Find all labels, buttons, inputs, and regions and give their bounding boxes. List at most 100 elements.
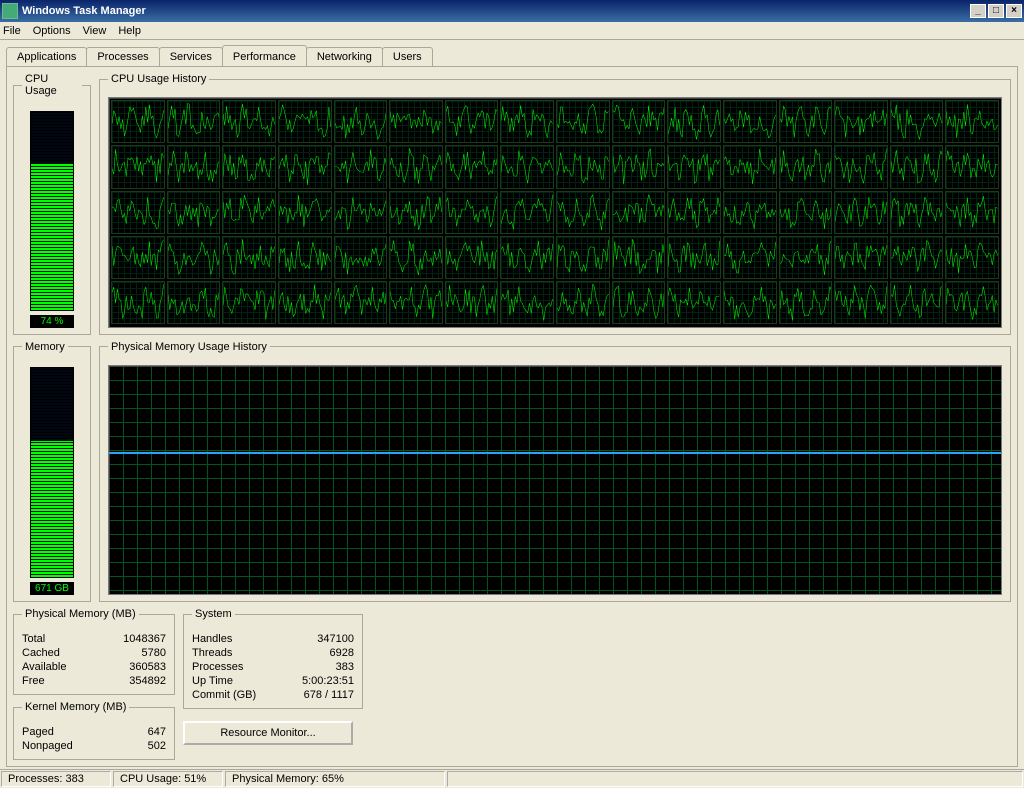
cpu-core-chart — [445, 145, 499, 188]
sys-handles-label: Handles — [192, 632, 232, 646]
tab-networking[interactable]: Networking — [306, 47, 383, 66]
sys-commit-label: Commit (GB) — [192, 688, 256, 702]
sys-processes-value: 383 — [336, 660, 354, 674]
cpu-core-chart — [834, 236, 888, 279]
cpu-core-chart — [945, 236, 999, 279]
cpu-history-grid — [108, 97, 1002, 328]
cpu-core-chart — [723, 191, 777, 234]
tab-processes[interactable]: Processes — [86, 47, 159, 66]
memory-meter — [30, 367, 74, 579]
sys-uptime-label: Up Time — [192, 674, 233, 688]
cpu-core-chart — [500, 236, 554, 279]
menubar: File Options View Help — [0, 22, 1024, 40]
km-paged-value: 647 — [148, 725, 166, 739]
menu-help[interactable]: Help — [118, 25, 141, 37]
cpu-core-chart — [556, 100, 610, 143]
tab-applications[interactable]: Applications — [6, 47, 87, 66]
cpu-core-chart — [334, 236, 388, 279]
cpu-core-chart — [334, 100, 388, 143]
menu-file[interactable]: File — [3, 25, 21, 37]
cpu-core-chart — [389, 100, 443, 143]
memory-history-label: Physical Memory Usage History — [108, 341, 270, 353]
cpu-core-chart — [111, 145, 165, 188]
cpu-core-chart — [500, 191, 554, 234]
cpu-core-chart — [834, 100, 888, 143]
system-label: System — [192, 608, 235, 620]
cpu-core-chart — [723, 100, 777, 143]
kernel-memory-label: Kernel Memory (MB) — [22, 701, 129, 713]
window-title: Windows Task Manager — [22, 5, 146, 17]
tab-performance[interactable]: Performance — [222, 45, 307, 66]
cpu-core-chart — [222, 100, 276, 143]
cpu-core-chart — [222, 281, 276, 324]
cpu-core-chart — [222, 145, 276, 188]
cpu-core-chart — [612, 281, 666, 324]
minimize-button[interactable]: _ — [970, 4, 986, 18]
cpu-core-chart — [890, 145, 944, 188]
cpu-core-chart — [667, 281, 721, 324]
tab-services[interactable]: Services — [159, 47, 223, 66]
cpu-core-chart — [389, 236, 443, 279]
resource-monitor-button[interactable]: Resource Monitor... — [183, 721, 353, 745]
cpu-core-chart — [278, 236, 332, 279]
sys-processes-label: Processes — [192, 660, 243, 674]
maximize-button[interactable]: □ — [988, 4, 1004, 18]
status-cpu: CPU Usage: 51% — [113, 771, 223, 787]
km-paged-label: Paged — [22, 725, 54, 739]
cpu-core-chart — [556, 281, 610, 324]
cpu-usage-meter — [30, 111, 74, 311]
cpu-core-chart — [334, 191, 388, 234]
sys-threads-label: Threads — [192, 646, 232, 660]
tab-users[interactable]: Users — [382, 47, 433, 66]
cpu-core-chart — [834, 191, 888, 234]
pm-available-label: Available — [22, 660, 66, 674]
app-icon — [2, 3, 18, 19]
close-button[interactable]: × — [1006, 4, 1022, 18]
memory-history-chart — [108, 365, 1002, 596]
status-empty — [447, 771, 1023, 787]
cpu-core-chart — [779, 100, 833, 143]
cpu-core-chart — [945, 100, 999, 143]
pm-total-label: Total — [22, 632, 45, 646]
cpu-core-chart — [945, 281, 999, 324]
cpu-core-chart — [556, 236, 610, 279]
pm-free-value: 354892 — [129, 674, 166, 688]
cpu-core-chart — [445, 236, 499, 279]
cpu-core-chart — [278, 281, 332, 324]
cpu-core-chart — [723, 145, 777, 188]
cpu-core-chart — [167, 236, 221, 279]
cpu-core-chart — [111, 281, 165, 324]
cpu-history-group: CPU Usage History — [99, 73, 1011, 335]
cpu-core-chart — [278, 191, 332, 234]
sys-handles-value: 347100 — [317, 632, 354, 646]
cpu-core-chart — [500, 145, 554, 188]
cpu-core-chart — [945, 191, 999, 234]
memory-label: Memory — [22, 341, 68, 353]
cpu-usage-label: CPU Usage — [22, 73, 82, 97]
cpu-core-chart — [334, 145, 388, 188]
system-group: System Handles347100 Threads6928 Process… — [183, 608, 363, 709]
cpu-history-label: CPU Usage History — [108, 73, 209, 85]
cpu-core-chart — [779, 145, 833, 188]
cpu-core-chart — [445, 191, 499, 234]
cpu-core-chart — [167, 145, 221, 188]
cpu-core-chart — [723, 236, 777, 279]
pm-cached-value: 5780 — [142, 646, 166, 660]
cpu-core-chart — [667, 236, 721, 279]
menu-view[interactable]: View — [83, 25, 107, 37]
cpu-core-chart — [612, 100, 666, 143]
statusbar: Processes: 383 CPU Usage: 51% Physical M… — [0, 769, 1024, 788]
cpu-core-chart — [667, 100, 721, 143]
pm-total-value: 1048367 — [123, 632, 166, 646]
cpu-usage-group: CPU Usage 74 % — [13, 73, 91, 335]
physical-memory-group: Physical Memory (MB) Total1048367 Cached… — [13, 608, 175, 695]
tab-strip: Applications Processes Services Performa… — [6, 44, 1018, 66]
cpu-core-chart — [111, 100, 165, 143]
pm-available-value: 360583 — [129, 660, 166, 674]
menu-options[interactable]: Options — [33, 25, 71, 37]
cpu-core-chart — [445, 100, 499, 143]
cpu-core-chart — [945, 145, 999, 188]
cpu-core-chart — [667, 191, 721, 234]
cpu-core-chart — [167, 191, 221, 234]
pm-cached-label: Cached — [22, 646, 60, 660]
